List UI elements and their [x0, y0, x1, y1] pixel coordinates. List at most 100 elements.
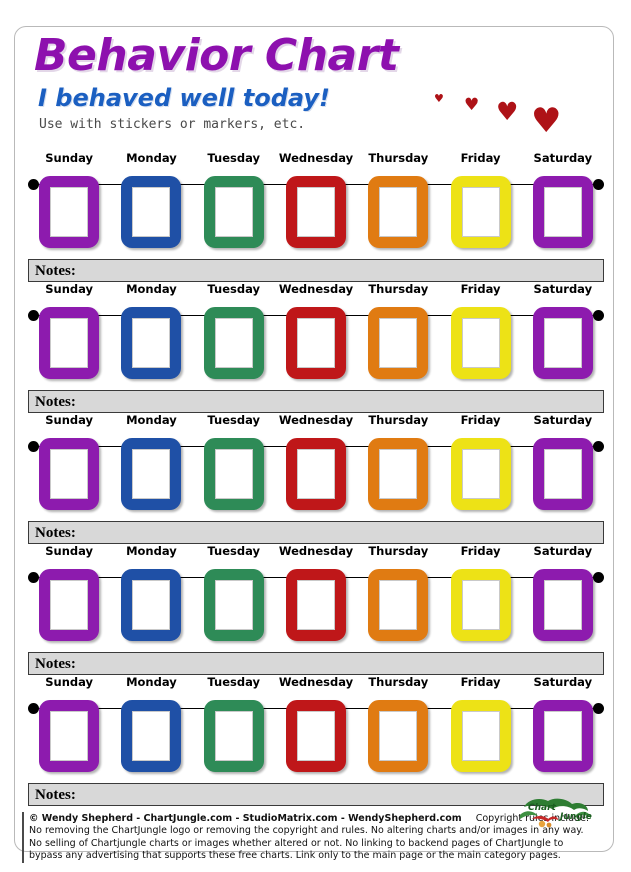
sticker-box[interactable] — [121, 438, 182, 510]
sticker-box-inner[interactable] — [50, 711, 89, 761]
day-box-cell — [28, 561, 110, 647]
day-box-cell — [193, 430, 275, 516]
notes-bar[interactable]: Notes: — [28, 521, 604, 544]
sticker-box-inner[interactable] — [461, 580, 500, 630]
sticker-box-inner[interactable] — [50, 449, 89, 499]
sticker-box-inner[interactable] — [461, 187, 500, 237]
notes-bar[interactable]: Notes: — [28, 390, 604, 413]
sticker-box-inner[interactable] — [296, 580, 335, 630]
day-label: Sunday — [45, 544, 94, 558]
day-box-cell — [439, 561, 521, 647]
day-label: Wednesday — [278, 675, 354, 689]
notes-bar[interactable]: Notes: — [28, 259, 604, 282]
sticker-box-inner[interactable] — [50, 580, 89, 630]
sticker-box-inner[interactable] — [543, 187, 582, 237]
sticker-box[interactable] — [450, 307, 511, 379]
day-label: Thursday — [368, 544, 429, 558]
sticker-box-inner[interactable] — [296, 449, 335, 499]
sticker-box[interactable] — [121, 700, 182, 772]
sticker-box-inner[interactable] — [296, 711, 335, 761]
day-box-cell — [357, 561, 439, 647]
sticker-box[interactable] — [450, 700, 511, 772]
day-label: Saturday — [533, 544, 593, 558]
day-box-cell — [28, 168, 110, 254]
sticker-box-inner[interactable] — [461, 449, 500, 499]
sticker-box[interactable] — [532, 569, 593, 641]
sticker-box-inner[interactable] — [543, 711, 582, 761]
sticker-box-inner[interactable] — [379, 318, 418, 368]
sticker-box-inner[interactable] — [461, 711, 500, 761]
day-box-cell — [357, 692, 439, 778]
sticker-box[interactable] — [39, 700, 100, 772]
sticker-box[interactable] — [450, 438, 511, 510]
chartjungle-logo: Chart Jungle — [518, 795, 592, 829]
sticker-box-inner[interactable] — [461, 318, 500, 368]
sticker-box-inner[interactable] — [543, 580, 582, 630]
sticker-box[interactable] — [532, 176, 593, 248]
sticker-box-inner[interactable] — [50, 318, 89, 368]
sticker-box-inner[interactable] — [132, 187, 171, 237]
sticker-box[interactable] — [285, 438, 346, 510]
sticker-box-inner[interactable] — [379, 187, 418, 237]
sticker-box[interactable] — [368, 700, 429, 772]
sticker-box[interactable] — [368, 569, 429, 641]
sticker-box[interactable] — [450, 569, 511, 641]
sticker-box-inner[interactable] — [379, 711, 418, 761]
sticker-box[interactable] — [450, 176, 511, 248]
day-box-cell — [275, 692, 357, 778]
day-box-cell — [522, 299, 604, 385]
day-box-cell — [28, 692, 110, 778]
day-label: Wednesday — [278, 151, 354, 165]
sticker-box[interactable] — [39, 438, 100, 510]
sticker-box[interactable] — [39, 307, 100, 379]
day-header-row: Sunday Monday Tuesday Wednesday Thursday Frid… — [28, 281, 604, 297]
day-box-cell — [110, 561, 192, 647]
notes-label: Notes: — [35, 263, 76, 279]
sticker-box-inner[interactable] — [50, 187, 89, 237]
sticker-box-inner[interactable] — [543, 318, 582, 368]
sticker-box[interactable] — [121, 307, 182, 379]
sticker-box[interactable] — [39, 176, 100, 248]
day-boxes-area — [28, 561, 604, 647]
sticker-box[interactable] — [285, 176, 346, 248]
sticker-box-inner[interactable] — [132, 580, 171, 630]
day-label: Tuesday — [207, 675, 260, 689]
day-box-cell — [110, 692, 192, 778]
sticker-box[interactable] — [203, 307, 264, 379]
sticker-box[interactable] — [285, 307, 346, 379]
sticker-box-inner[interactable] — [214, 580, 253, 630]
sticker-box[interactable] — [368, 438, 429, 510]
sticker-box-inner[interactable] — [379, 449, 418, 499]
day-boxes — [28, 430, 604, 516]
sticker-box-inner[interactable] — [214, 318, 253, 368]
sticker-box[interactable] — [121, 569, 182, 641]
heart-icon: ♥ — [464, 95, 480, 115]
sticker-box-inner[interactable] — [214, 187, 253, 237]
sticker-box[interactable] — [285, 700, 346, 772]
sticker-box[interactable] — [285, 569, 346, 641]
sticker-box[interactable] — [121, 176, 182, 248]
sticker-box-inner[interactable] — [214, 711, 253, 761]
sticker-box[interactable] — [368, 176, 429, 248]
sticker-box-inner[interactable] — [132, 449, 171, 499]
day-boxes — [28, 168, 604, 254]
sticker-box[interactable] — [532, 307, 593, 379]
sticker-box-inner[interactable] — [132, 318, 171, 368]
sticker-box-inner[interactable] — [543, 449, 582, 499]
sticker-box-inner[interactable] — [296, 318, 335, 368]
sticker-box-inner[interactable] — [296, 187, 335, 237]
sticker-box-inner[interactable] — [379, 580, 418, 630]
sticker-box[interactable] — [203, 569, 264, 641]
day-label: Wednesday — [278, 282, 354, 296]
sticker-box[interactable] — [39, 569, 100, 641]
sticker-box[interactable] — [532, 438, 593, 510]
sticker-box[interactable] — [203, 700, 264, 772]
sticker-box[interactable] — [368, 307, 429, 379]
day-label: Monday — [126, 282, 177, 296]
sticker-box[interactable] — [203, 438, 264, 510]
sticker-box[interactable] — [203, 176, 264, 248]
notes-bar[interactable]: Notes: — [28, 652, 604, 675]
sticker-box-inner[interactable] — [214, 449, 253, 499]
sticker-box[interactable] — [532, 700, 593, 772]
sticker-box-inner[interactable] — [132, 711, 171, 761]
